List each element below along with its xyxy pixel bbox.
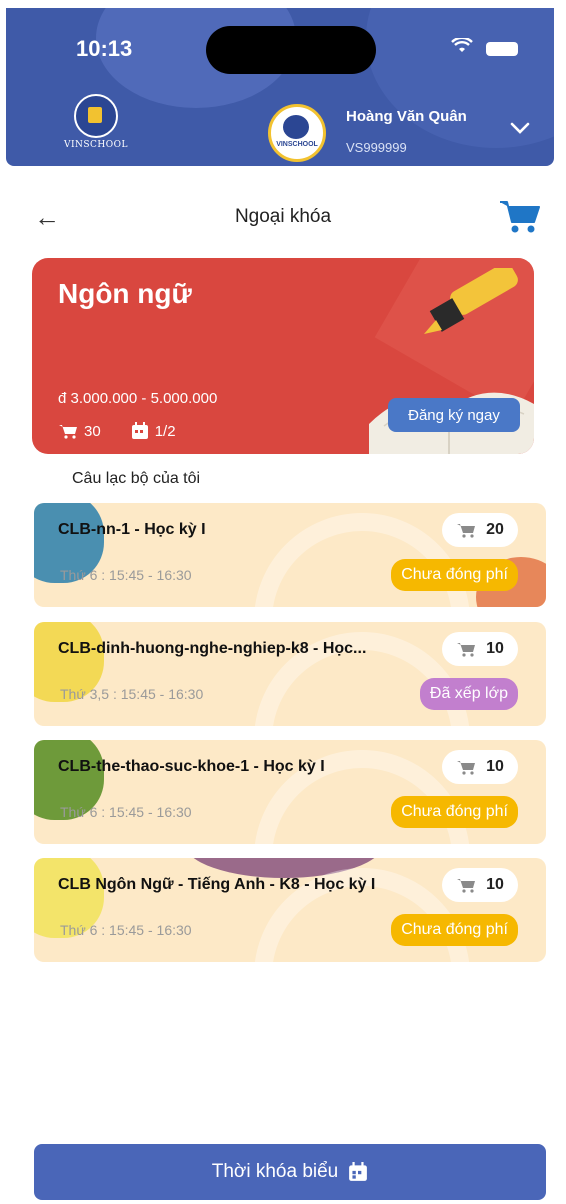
chevron-down-icon[interactable] [510, 118, 530, 138]
cart-icon [457, 761, 476, 775]
count-value: 10 [486, 876, 504, 893]
avatar[interactable]: VINSCHOOL [268, 104, 326, 162]
club-schedule: Thứ 3,5 : 15:45 - 16:30 [60, 686, 204, 702]
club-card[interactable]: CLB-dinh-huong-nghe-nghiep-k8 - Học... T… [34, 622, 546, 726]
count-value: 20 [486, 521, 504, 538]
user-name: Hoàng Văn Quân [346, 108, 467, 125]
calendar-icon [131, 422, 148, 439]
category-card[interactable]: Ngôn ngữ đ 3.000.000 - 5.000.000 30 1/2 … [32, 258, 534, 454]
price-range: đ 3.000.000 - 5.000.000 [58, 390, 218, 407]
section-label: Câu lạc bộ của tôi [72, 470, 201, 487]
cart-icon [457, 643, 476, 657]
vinschool-logo: VINSCHOOL [56, 94, 136, 154]
club-name: CLB-dinh-huong-nghe-nghiep-k8 - Học... [58, 640, 367, 657]
user-id: VS999999 [346, 140, 407, 155]
club-schedule: Thứ 6 : 15:45 - 16:30 [60, 804, 192, 820]
cart-icon [59, 425, 77, 439]
slots-count: 1/2 [154, 422, 176, 440]
club-member-count: 10 [442, 632, 518, 666]
status-badge: Đã xếp lớp [419, 678, 518, 710]
cart-icon[interactable] [498, 198, 542, 234]
club-schedule: Thứ 6 : 15:45 - 16:30 [60, 922, 192, 938]
club-card[interactable]: CLB-the-thao-suc-khoe-1 - Học kỳ I Thứ 6… [34, 740, 546, 844]
club-member-count: 10 [442, 750, 518, 784]
club-card[interactable]: CLB Ngôn Ngữ - Tiếng Anh - K8 - Học kỳ I… [34, 858, 546, 962]
register-now-button[interactable]: Đăng ký ngay [388, 398, 520, 432]
club-name: CLB Ngôn Ngữ - Tiếng Anh - K8 - Học kỳ I [58, 876, 376, 893]
status-icons [451, 36, 519, 59]
timetable-label: Thời khóa biểu [211, 1161, 339, 1182]
category-stats: 30 1/2 [58, 422, 176, 440]
app-header: 10:13 VINSCHOOL VINSCHOOL Hoàng Văn Quân… [6, 8, 554, 166]
highlighter-icon [424, 268, 518, 334]
count-value: 10 [486, 758, 504, 775]
cart-icon [457, 879, 476, 893]
avatar-text: VINSCHOOL [276, 141, 318, 148]
club-schedule: Thứ 6 : 15:45 - 16:30 [60, 567, 192, 583]
cart-count: 30 [84, 422, 101, 440]
wifi-icon [451, 36, 478, 58]
status-badge: Chưa đóng phí [391, 559, 518, 591]
timetable-button[interactable]: Thời khóa biểu [34, 1144, 546, 1200]
battery-icon [486, 42, 519, 57]
club-member-count: 20 [442, 513, 518, 547]
status-badge: Chưa đóng phí [391, 914, 518, 946]
avatar-emblem-icon [283, 115, 309, 139]
count-value: 10 [486, 640, 504, 657]
logo-emblem-icon [74, 94, 118, 138]
club-card[interactable]: CLB-nn-1 - Học kỳ I Thứ 6 : 15:45 - 16:3… [34, 503, 546, 607]
status-badge: Chưa đóng phí [391, 796, 518, 828]
club-name: CLB-the-thao-suc-khoe-1 - Học kỳ I [58, 758, 325, 775]
club-member-count: 10 [442, 868, 518, 902]
page-title: Ngoại khóa [234, 206, 332, 227]
logo-text: VINSCHOOL [63, 140, 129, 150]
cart-icon [457, 524, 476, 538]
status-time: 10:13 [76, 36, 133, 61]
club-name: CLB-nn-1 - Học kỳ I [58, 521, 206, 538]
category-title: Ngôn ngữ [58, 278, 192, 309]
dynamic-island [206, 26, 376, 74]
calendar-icon [349, 1162, 368, 1181]
